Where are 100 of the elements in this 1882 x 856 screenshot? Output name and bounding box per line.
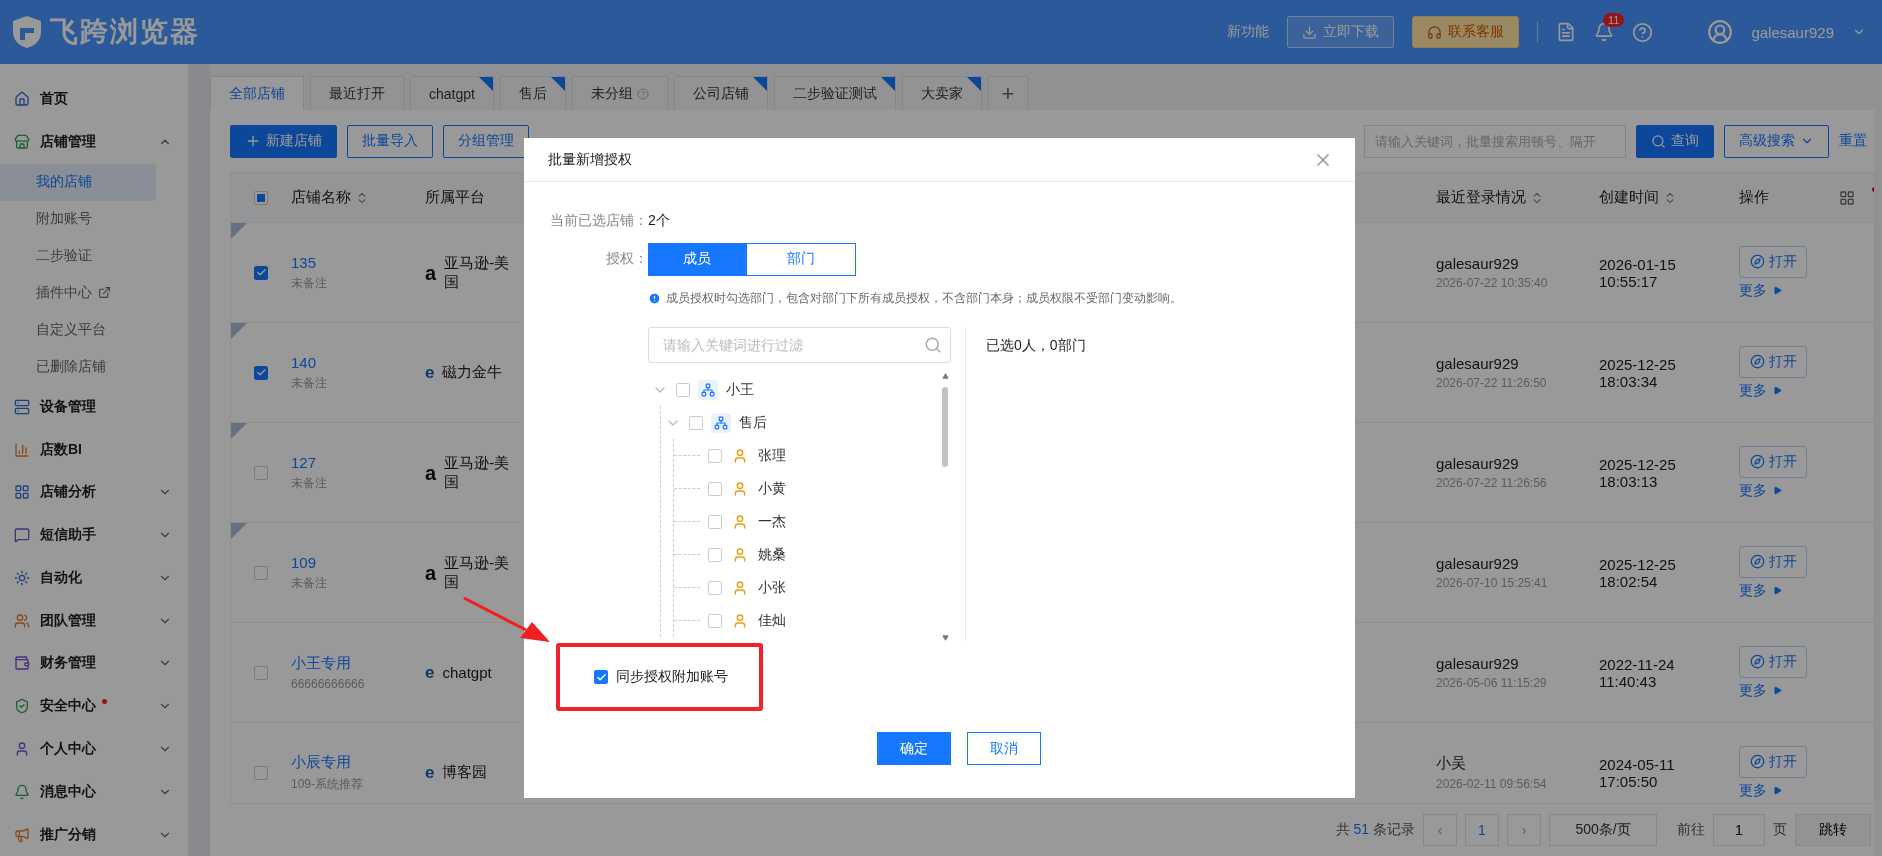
page-button[interactable]: 1	[1465, 814, 1499, 846]
open-button[interactable]: 打开	[1739, 445, 1807, 478]
help-icon	[636, 87, 649, 100]
group-tab[interactable]: 大卖家	[901, 76, 982, 110]
row-checkbox[interactable]	[254, 365, 268, 380]
sidebar-item[interactable]: 个人中心	[0, 727, 188, 771]
reset-link[interactable]: 重置	[1839, 132, 1867, 150]
open-button[interactable]: 打开	[1739, 245, 1807, 278]
document-icon[interactable]	[1556, 22, 1577, 42]
checkbox[interactable]	[708, 613, 722, 628]
group-tab[interactable]: 售后	[499, 76, 566, 110]
page-size-select[interactable]: 500条/页	[1549, 814, 1657, 846]
open-button[interactable]: 打开	[1739, 645, 1807, 678]
checkbox[interactable]	[708, 547, 722, 562]
page-input[interactable]: 1	[1713, 814, 1765, 846]
tree-node[interactable]: 一杰	[674, 505, 939, 538]
tree-node[interactable]: 张理	[674, 439, 939, 472]
filter-field[interactable]: 请输入关键词进行过滤	[648, 327, 951, 363]
checkbox[interactable]	[708, 514, 722, 529]
store-name-link[interactable]: 127	[291, 453, 425, 471]
more-link[interactable]: 更多	[1739, 681, 1839, 700]
open-button[interactable]: 打开	[1739, 745, 1807, 778]
tree-node[interactable]: 小张	[674, 571, 939, 604]
jump-button[interactable]: 跳转	[1795, 814, 1871, 846]
more-link[interactable]: 更多	[1739, 381, 1839, 400]
checkbox[interactable]	[676, 382, 690, 397]
store-name-link[interactable]: 140	[291, 353, 425, 371]
group-tab[interactable]: chatgpt	[410, 76, 494, 110]
sidebar-item[interactable]: 安全中心	[0, 684, 188, 728]
toolbar-button[interactable]: 分组管理	[443, 124, 529, 158]
group-tab[interactable]: 二步验证测试	[773, 76, 896, 110]
segment-tab[interactable]: 部门	[746, 242, 856, 276]
next-page-button[interactable]: ›	[1507, 814, 1541, 846]
platform-logo: e	[425, 364, 435, 381]
sidebar-item[interactable]: 财务管理	[0, 642, 188, 685]
row-checkbox[interactable]	[254, 565, 268, 580]
help-icon[interactable]	[1632, 21, 1654, 43]
open-button[interactable]: 打开	[1739, 545, 1807, 578]
checkbox[interactable]	[708, 448, 722, 463]
store-name-link[interactable]: 135	[291, 253, 425, 271]
advanced-search-button[interactable]: 高级搜索	[1724, 124, 1829, 158]
platform-logo: e	[425, 664, 435, 681]
avatar-icon[interactable]	[1707, 19, 1734, 45]
store-name-link[interactable]: 小辰专用	[291, 752, 425, 772]
sidebar-subitem[interactable]: 已删除店铺	[0, 348, 156, 386]
more-link[interactable]: 更多	[1739, 781, 1839, 800]
row-checkbox[interactable]	[254, 665, 268, 680]
select-all-checkbox[interactable]	[254, 190, 268, 205]
sidebar-item[interactable]: 消息中心	[0, 770, 188, 814]
store-name-link[interactable]: 109	[291, 553, 425, 571]
group-tab[interactable]: 未分组	[571, 76, 668, 110]
column-settings-icon[interactable]	[1839, 189, 1874, 206]
more-link[interactable]: 更多	[1739, 581, 1839, 600]
sidebar-item[interactable]: 设备管理	[0, 385, 188, 429]
checkbox[interactable]	[708, 481, 722, 496]
confirm-button[interactable]: 确定	[876, 732, 951, 765]
toolbar-button[interactable]: 新建店铺	[230, 124, 337, 158]
sidebar-subitem[interactable]: 我的店铺	[0, 163, 156, 201]
support-button[interactable]: 联系客服	[1412, 16, 1520, 48]
cancel-button[interactable]: 取消	[966, 732, 1041, 765]
tree-node[interactable]: 佳灿	[674, 604, 939, 637]
user-name[interactable]: galesaur929	[1751, 23, 1834, 41]
tree-node[interactable]: 姚桑	[674, 538, 939, 571]
row-checkbox[interactable]	[254, 765, 268, 780]
toolbar-button[interactable]: 批量导入	[347, 124, 433, 158]
more-link[interactable]: 更多	[1739, 481, 1839, 500]
scrollbar-thumb[interactable]	[942, 387, 948, 467]
group-tab[interactable]: 最近打开	[310, 76, 404, 110]
sidebar-item[interactable]: 店铺管理	[0, 120, 188, 164]
sidebar-item[interactable]: 店铺分析	[0, 470, 188, 514]
segment-tab[interactable]: 成员	[648, 242, 746, 276]
sidebar-item[interactable]: 团队管理	[0, 599, 188, 643]
sidebar-item[interactable]: 首页	[0, 78, 188, 121]
add-tab-button[interactable]: +	[987, 76, 1028, 110]
sidebar-subitem[interactable]: 二步验证	[0, 237, 156, 275]
scroll-up-icon[interactable]	[941, 373, 949, 380]
scroll-down-icon[interactable]	[941, 634, 949, 641]
prev-page-button[interactable]: ‹	[1423, 814, 1457, 846]
checkbox[interactable]	[708, 580, 722, 595]
sidebar-subitem[interactable]: 自定义平台	[0, 311, 156, 349]
sidebar-subitem[interactable]: 插件中心	[0, 274, 156, 312]
bell-icon[interactable]	[1594, 22, 1615, 42]
group-tab[interactable]: 全部店铺	[210, 76, 304, 110]
sidebar-item[interactable]: 店数BI	[0, 428, 188, 471]
new-features-link[interactable]: 新功能	[1227, 23, 1270, 41]
group-tab[interactable]: 公司店铺	[673, 76, 768, 110]
sidebar-item[interactable]: 推广分销	[0, 813, 188, 856]
row-checkbox[interactable]	[254, 465, 268, 480]
checkbox[interactable]	[689, 415, 703, 430]
sidebar-item[interactable]: 自动化	[0, 556, 188, 600]
tree-node[interactable]: 售后	[665, 406, 939, 439]
row-checkbox[interactable]	[254, 265, 268, 280]
store-name-link[interactable]: 小王专用	[291, 654, 425, 673]
sidebar-item[interactable]: 短信助手	[0, 513, 188, 557]
tree-node[interactable]: 小黄	[674, 472, 939, 505]
open-button[interactable]: 打开	[1739, 345, 1807, 378]
sync-checkbox[interactable]	[594, 670, 608, 684]
more-link[interactable]: 更多	[1739, 281, 1839, 300]
tree-node[interactable]: 小王	[652, 373, 939, 406]
query-button[interactable]: 查询	[1636, 124, 1714, 158]
